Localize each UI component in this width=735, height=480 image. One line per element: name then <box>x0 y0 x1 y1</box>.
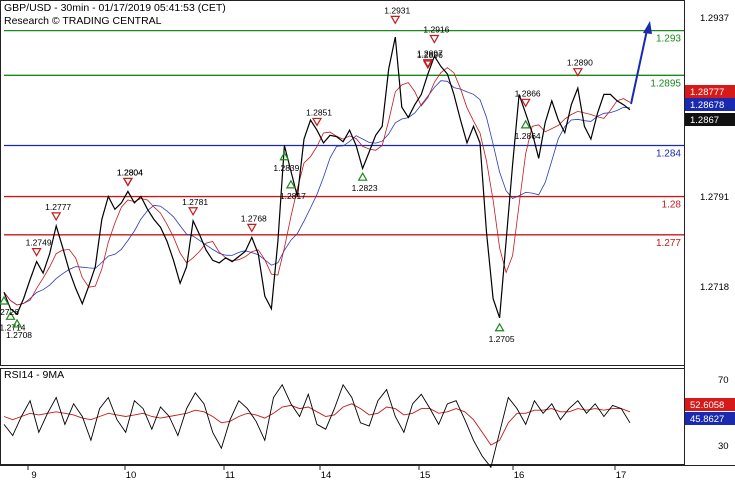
rsi-badge-text: 45.8627 <box>690 414 724 425</box>
price-badge-bot-text: 1.2867 <box>690 115 719 126</box>
swing-label: 1.2708 <box>6 330 32 340</box>
price-tick: 1.2718 <box>700 282 729 293</box>
chart-title: GBP/USD - 30min - 01/17/2019 05:41:53 (C… <box>4 2 226 14</box>
swing-label: 1.2897 <box>417 49 443 59</box>
price-badge-top-text: 1.28777 <box>690 87 724 98</box>
rsi-tick: 70 <box>718 375 729 386</box>
swing-label: 1.2705 <box>489 334 515 344</box>
price-tick: 1.2791 <box>700 192 729 203</box>
price-tick: 1.2937 <box>700 13 729 24</box>
swing-label: 1.2781 <box>182 197 208 207</box>
swing-label: 1.2777 <box>45 202 71 212</box>
swing-label: 1.2749 <box>26 238 52 248</box>
swing-label: 1.2839 <box>273 163 299 173</box>
time-label: 16 <box>514 470 525 480</box>
swing-label: 1.2866 <box>515 88 541 98</box>
swing-label: 1.2851 <box>306 107 332 117</box>
chart-canvas: GBP/USD - 30min - 01/17/2019 05:41:53 (C… <box>0 0 735 480</box>
time-label: 15 <box>420 470 431 480</box>
swing-label: 1.2916 <box>423 24 449 34</box>
rsi-tick: 30 <box>718 441 729 452</box>
rsi-panel <box>0 368 685 465</box>
time-label: 14 <box>321 470 332 480</box>
time-label: 10 <box>126 470 137 480</box>
price-badge-mid-text: 1.28678 <box>690 100 724 111</box>
time-label: 11 <box>225 470 235 480</box>
rsi-ma-badge-text: 52.6058 <box>690 400 724 411</box>
rsi-title: RSI14 - 9MA <box>4 369 64 381</box>
level-label: 1.2895 <box>650 78 681 89</box>
swing-label: 1.2817 <box>280 191 306 201</box>
price-panel <box>0 0 685 366</box>
swing-label: 1.2804 <box>117 167 143 177</box>
swing-label: 1.2864 <box>515 131 541 141</box>
time-label: 9 <box>31 470 36 480</box>
time-label: 17 <box>616 470 627 480</box>
swing-label: 1.2931 <box>384 5 410 15</box>
swing-label: 1.2768 <box>241 213 267 223</box>
level-label: 1.28 <box>662 200 682 211</box>
level-label: 1.277 <box>656 238 681 249</box>
level-label: 1.293 <box>656 34 681 45</box>
chart-source: Research © TRADING CENTRAL <box>4 15 162 27</box>
swing-label: 1.2823 <box>352 183 378 193</box>
level-label: 1.284 <box>656 148 681 159</box>
swing-label: 1.2890 <box>567 58 593 68</box>
swing-label: 1.2726 <box>0 307 19 317</box>
time-axis: 9 10 11 14 15 16 17 <box>27 465 627 480</box>
